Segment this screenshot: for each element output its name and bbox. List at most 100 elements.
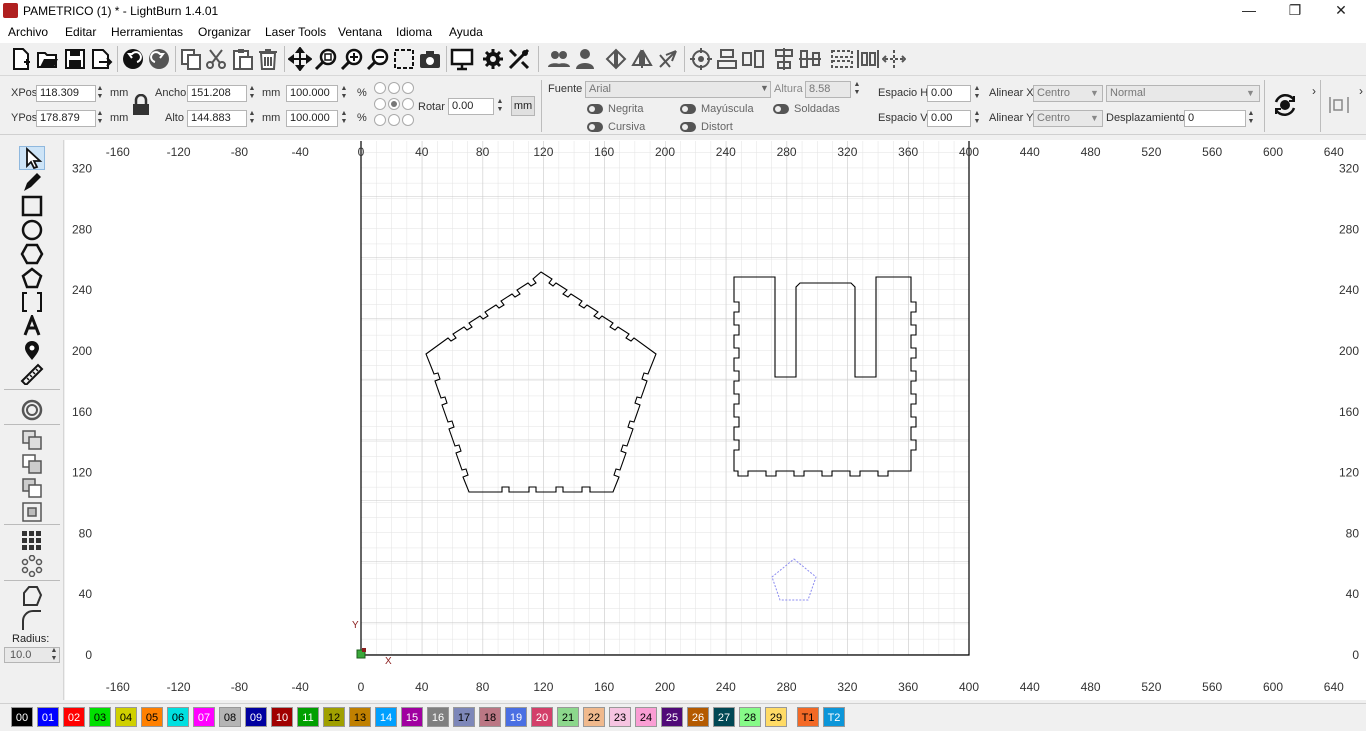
maximize-button[interactable]: ❐	[1272, 0, 1318, 22]
cut-icon[interactable]	[204, 47, 228, 71]
color-swatch-27[interactable]: 27	[713, 707, 735, 727]
color-swatch-06[interactable]: 06	[167, 707, 189, 727]
color-swatch-03[interactable]: 03	[89, 707, 111, 727]
align-left-icon[interactable]	[715, 47, 739, 71]
menu-ventana[interactable]: Ventana	[338, 25, 382, 39]
align-right-icon[interactable]	[798, 47, 822, 71]
color-swatch-09[interactable]: 09	[245, 707, 267, 727]
circular-array-icon[interactable]	[20, 555, 44, 577]
espacio-h-input[interactable]: 0.00	[927, 85, 971, 102]
ypos-spinner[interactable]: ▲ ▼	[95, 110, 105, 127]
zoom-fit-icon[interactable]	[314, 47, 338, 71]
distribute-icon[interactable]	[772, 47, 796, 71]
delete-icon[interactable]	[256, 47, 280, 71]
measure-icon[interactable]	[20, 363, 44, 385]
pen-icon[interactable]	[20, 171, 44, 193]
color-swatch-20[interactable]: 20	[531, 707, 553, 727]
ancho-input[interactable]: 151.208	[187, 85, 247, 102]
color-swatch-05[interactable]: 05	[141, 707, 163, 727]
text-mode-select[interactable]: Normal	[1106, 85, 1260, 102]
color-swatch-29[interactable]: 29	[765, 707, 787, 727]
close-button[interactable]: ✕	[1318, 0, 1364, 22]
toolbar-overflow-icon[interactable]: ›	[1312, 84, 1316, 98]
pentagon-icon[interactable]	[20, 267, 44, 289]
rotate-icon[interactable]	[656, 47, 680, 71]
height-percent-spinner[interactable]: ▲ ▼	[339, 110, 349, 127]
menu-organizar[interactable]: Organizar	[198, 25, 251, 39]
align-center-icon[interactable]	[741, 47, 765, 71]
espacio-h-spinner[interactable]: ▲ ▼	[972, 85, 982, 102]
rotar-input[interactable]: 0.00	[448, 98, 494, 115]
menu-idioma[interactable]: Idioma	[396, 25, 432, 39]
intersect-icon[interactable]	[20, 501, 44, 523]
width-percent-input[interactable]: 100.000	[286, 85, 338, 102]
altura-input[interactable]: 8.58	[805, 81, 851, 98]
altura-spinner[interactable]: ▲ ▼	[852, 81, 862, 98]
mayuscula-toggle[interactable]	[680, 104, 696, 114]
props-overflow-icon[interactable]: ›	[1359, 84, 1363, 98]
mirror-h-icon[interactable]	[604, 47, 628, 71]
color-swatch-13[interactable]: 13	[349, 707, 371, 727]
alinear-x-chevron-icon[interactable]: ▼	[1090, 88, 1099, 98]
soldadas-toggle[interactable]	[773, 104, 789, 114]
alinear-y-chevron-icon[interactable]: ▼	[1090, 113, 1099, 123]
ypos-input[interactable]: 178.879	[36, 110, 96, 127]
offset-icon[interactable]	[20, 399, 44, 421]
rectangle-icon[interactable]	[20, 195, 44, 217]
settings-icon[interactable]	[481, 47, 505, 71]
ancho-spinner[interactable]: ▲ ▼	[247, 85, 257, 102]
color-swatch-04[interactable]: 04	[115, 707, 137, 727]
text-icon[interactable]	[20, 315, 44, 337]
color-swatch-12[interactable]: 12	[323, 707, 345, 727]
espacio-v-spinner[interactable]: ▲ ▼	[972, 110, 982, 127]
new-file-icon[interactable]	[9, 47, 33, 71]
center-move-icon[interactable]	[882, 47, 906, 71]
group-icon[interactable]	[547, 47, 571, 71]
color-swatch-28[interactable]: 28	[739, 707, 761, 727]
frame-icon[interactable]	[20, 291, 44, 313]
width-percent-spinner[interactable]: ▲ ▼	[339, 85, 349, 102]
color-swatch-19[interactable]: 19	[505, 707, 527, 727]
paste-icon[interactable]	[230, 47, 254, 71]
color-swatch-11[interactable]: 11	[297, 707, 319, 727]
design-canvas[interactable]: -160 -120 -80 -40 0 40 80 120 160 200 240 280 320 360…	[65, 140, 1366, 700]
color-swatch-T2[interactable]: T2	[823, 707, 845, 727]
position-marker-icon[interactable]	[20, 339, 44, 361]
color-swatch-24[interactable]: 24	[635, 707, 657, 727]
menu-ayuda[interactable]: Ayuda	[449, 25, 483, 39]
monitor-icon[interactable]	[450, 47, 474, 71]
alto-spinner[interactable]: ▲ ▼	[247, 110, 257, 127]
font-select[interactable]: Arial	[585, 81, 771, 98]
menu-herramientas[interactable]: Herramientas	[111, 25, 183, 39]
grid-array-icon[interactable]	[20, 530, 44, 552]
unit-toggle-button[interactable]: mm	[511, 96, 535, 116]
align-dock-icon[interactable]	[1328, 95, 1350, 115]
menu-editar[interactable]: Editar	[65, 25, 96, 39]
negrita-toggle[interactable]	[587, 104, 603, 114]
text-mode-chevron-icon[interactable]: ▼	[1246, 88, 1255, 98]
desplazamiento-input[interactable]: 0	[1184, 110, 1246, 127]
rotar-spinner[interactable]: ▲ ▼	[495, 98, 505, 115]
lock-icon[interactable]	[131, 94, 151, 116]
color-swatch-00[interactable]: 00	[11, 707, 33, 727]
subtract-icon[interactable]	[20, 477, 44, 499]
mirror-v-icon[interactable]	[630, 47, 654, 71]
weld-icon[interactable]	[20, 429, 44, 451]
zoom-in-icon[interactable]	[340, 47, 364, 71]
tools-icon[interactable]	[507, 47, 531, 71]
menu-laser-tools[interactable]: Laser Tools	[265, 25, 326, 39]
color-swatch-08[interactable]: 08	[219, 707, 241, 727]
color-swatch-26[interactable]: 26	[687, 707, 709, 727]
font-dropdown-chevron-icon[interactable]: ▼	[760, 83, 769, 93]
color-swatch-21[interactable]: 21	[557, 707, 579, 727]
menu-archivo[interactable]: Archivo	[8, 25, 48, 39]
anchor-point-grid[interactable]	[373, 81, 415, 129]
workspace-svg[interactable]: -160 -120 -80 -40 0 40 80 120 160 200 240 280 320 360…	[65, 140, 1366, 700]
color-swatch-07[interactable]: 07	[193, 707, 215, 727]
color-swatch-T1[interactable]: T1	[797, 707, 819, 727]
xpos-spinner[interactable]: ▲ ▼	[95, 85, 105, 102]
redo-icon[interactable]	[147, 47, 171, 71]
union-icon[interactable]	[20, 453, 44, 475]
minimize-button[interactable]: —	[1226, 0, 1272, 22]
desplazamiento-spinner[interactable]: ▲ ▼	[1246, 110, 1256, 127]
